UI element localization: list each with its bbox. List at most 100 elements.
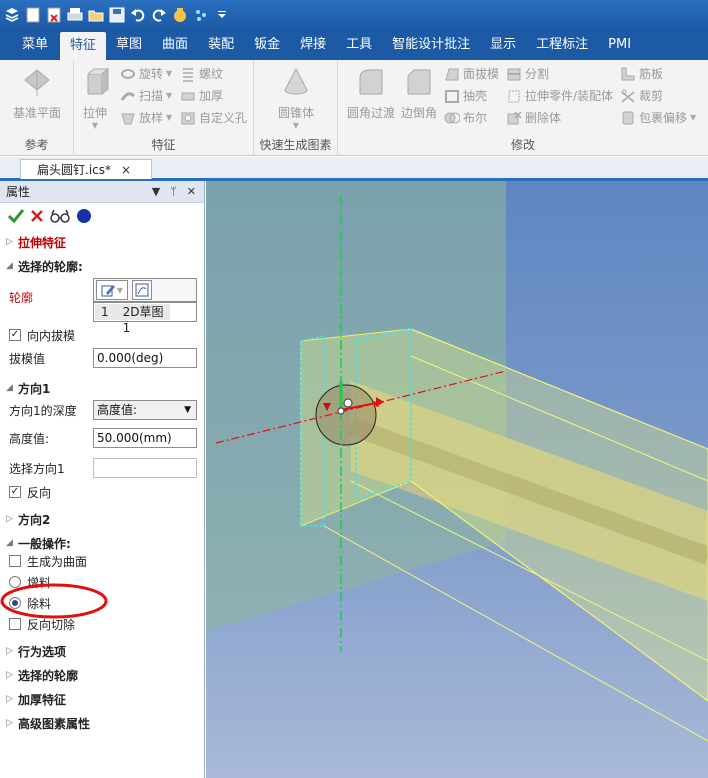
wrap-offset-dropdown-icon: ▼ (690, 113, 697, 122)
smart-icon[interactable] (172, 7, 188, 23)
custom-hole-button[interactable]: 自定义孔 (180, 108, 247, 128)
document-tab-strip: 扁头圆钉.ics* × (0, 157, 708, 181)
tab-sketch[interactable]: 草图 (106, 30, 152, 60)
tab-engineering-annotation[interactable]: 工程标注 (526, 30, 598, 60)
rib-label: 筋板 (639, 67, 664, 81)
save-icon[interactable] (109, 7, 125, 23)
fillet-button[interactable]: 圆角过渡 (344, 66, 398, 121)
tab-welding[interactable]: 焊接 (290, 30, 336, 60)
collapse-icon: ◢ (6, 538, 13, 548)
help-ball-icon[interactable] (76, 208, 92, 224)
direction2-section-header[interactable]: ▷ 方向2 (0, 508, 204, 530)
document-tab[interactable]: 扁头圆钉.ics* × (20, 159, 152, 179)
redo-icon[interactable] (151, 7, 167, 23)
new-file-icon[interactable] (25, 7, 41, 23)
datum-plane-label: 基准平面 (12, 106, 61, 120)
profile-name: 2D草图1 (122, 305, 164, 335)
custom-hole-icon (181, 112, 195, 125)
draft-inward-checkbox[interactable]: ✓ (9, 329, 21, 341)
tab-surface[interactable]: 曲面 (152, 30, 198, 60)
app-menu-icon[interactable] (4, 7, 20, 23)
datum-plane-button[interactable]: 基准平面 (10, 66, 64, 121)
draft-value-input[interactable]: 0.000(deg) (93, 348, 197, 368)
general-section-header[interactable]: ◢ 一般操作: (0, 532, 204, 554)
trim-button[interactable]: 裁剪 (620, 86, 663, 106)
tab-display[interactable]: 显示 (480, 30, 526, 60)
tab-assembly[interactable]: 装配 (198, 30, 244, 60)
panel-menu-icon[interactable]: ▼ (152, 185, 160, 198)
tab-sheetmetal[interactable]: 钣金 (244, 30, 290, 60)
undo-icon[interactable] (130, 7, 146, 23)
extrude-button[interactable]: 拉伸 ▼ (68, 66, 122, 130)
cancel-icon[interactable] (30, 209, 44, 223)
dir1-depth-label: 方向1的深度 (9, 404, 77, 418)
gen-surface-checkbox[interactable] (9, 555, 21, 567)
collapse-icon: ◢ (6, 383, 13, 393)
direction1-section-header[interactable]: ◢ 方向1 (0, 377, 204, 399)
cone-button[interactable]: 圆锥体 ▼ (269, 66, 323, 130)
profile-list-item[interactable]: 1 2D草图1 (95, 304, 170, 335)
origin-handle[interactable] (337, 407, 345, 415)
profile-index: 1 (101, 305, 109, 319)
pin-icon[interactable]: ᛘ (170, 185, 177, 198)
sketch-edit-button[interactable]: ▼ (96, 280, 128, 300)
panel-toolbar (0, 203, 204, 229)
sweep-icon (120, 92, 136, 101)
shell-button[interactable]: 抽壳 (444, 86, 487, 106)
revolve-button[interactable]: 旋转 ▼ (120, 64, 172, 84)
revolve-icon (121, 69, 135, 79)
open-folder-icon[interactable] (88, 7, 104, 23)
rotation-handle[interactable] (343, 398, 353, 408)
tab-feature[interactable]: 特征 (60, 32, 107, 60)
profile-picker: ▼ (93, 278, 197, 302)
sketch-pencil-icon (101, 285, 115, 297)
feature-group: 拉伸 ▼ 旋转 ▼ 扫描 ▼ 放样 ▼ 螺纹 加厚 自定义孔 特征 (74, 60, 254, 156)
expand-icon: ▷ (6, 514, 13, 524)
extrude-feature-header[interactable]: ▷ 拉伸特征 (0, 231, 204, 253)
delete-body-button[interactable]: 删除体 (506, 108, 561, 128)
behavior-section-header[interactable]: ▷ 行为选项 (0, 640, 204, 662)
selected-profile-section-header[interactable]: ▷ 选择的轮廓 (0, 664, 204, 686)
fillet-label: 圆角过渡 (346, 106, 395, 120)
close-panel-icon[interactable]: ✕ (187, 185, 196, 198)
sweep-button[interactable]: 扫描 ▼ (120, 86, 172, 106)
cone-label: 圆锥体 (277, 106, 314, 120)
advanced-section-header[interactable]: ▷ 高级图素属性 (0, 712, 204, 734)
extrude-part-button[interactable]: 拉伸零件/装配体 (506, 86, 613, 106)
select-dir1-input[interactable] (93, 458, 197, 478)
dropdown-icon[interactable] (214, 7, 230, 23)
face-draft-button[interactable]: 面拔模 (444, 64, 499, 84)
preview-glasses-icon[interactable] (50, 208, 70, 224)
profile-section-header[interactable]: ◢ 选择的轮廓: (0, 255, 204, 277)
height-input[interactable]: 50.000(mm) (93, 428, 197, 448)
cone-icon (281, 66, 311, 98)
revolve-dropdown-icon: ▼ (166, 69, 173, 78)
reverse-checkbox[interactable]: ✓ (9, 486, 21, 498)
tab-pmi[interactable]: PMI (598, 30, 641, 60)
tab-tools[interactable]: 工具 (336, 30, 382, 60)
close-file-icon[interactable] (46, 7, 62, 23)
split-button[interactable]: 分割 (506, 64, 549, 84)
confirm-icon[interactable] (8, 208, 24, 224)
tab-smart-annotation[interactable]: 智能设计批注 (382, 30, 480, 60)
tab-menu[interactable]: 菜单 (0, 30, 60, 60)
print-icon[interactable] (67, 7, 83, 23)
thicken-section-header[interactable]: ▷ 加厚特征 (0, 688, 204, 710)
thicken-button[interactable]: 加厚 (180, 86, 223, 106)
datum-plane-icon (22, 66, 52, 98)
3d-viewport[interactable]: x (206, 181, 708, 778)
thread-button[interactable]: 螺纹 (180, 64, 223, 84)
sketch-select-button[interactable] (132, 280, 152, 300)
profile-list[interactable]: 1 2D草图1 (93, 302, 197, 335)
dir1-depth-value: 高度值: (97, 403, 138, 417)
feature-group-label: 特征 (151, 138, 176, 152)
loft-button[interactable]: 放样 ▼ (120, 108, 172, 128)
wrap-offset-button[interactable]: 包裹偏移 ▼ (620, 108, 696, 128)
boolean-button[interactable]: 布尔 (444, 108, 487, 128)
dir1-depth-select[interactable]: 高度值: ▼ (93, 400, 197, 420)
close-icon[interactable]: × (121, 163, 131, 177)
rib-button[interactable]: 筋板 (620, 64, 663, 84)
sparkle-icon[interactable] (193, 7, 209, 23)
chamfer-button[interactable]: 边倒角 (392, 66, 446, 121)
expand-icon: ▷ (6, 646, 13, 656)
